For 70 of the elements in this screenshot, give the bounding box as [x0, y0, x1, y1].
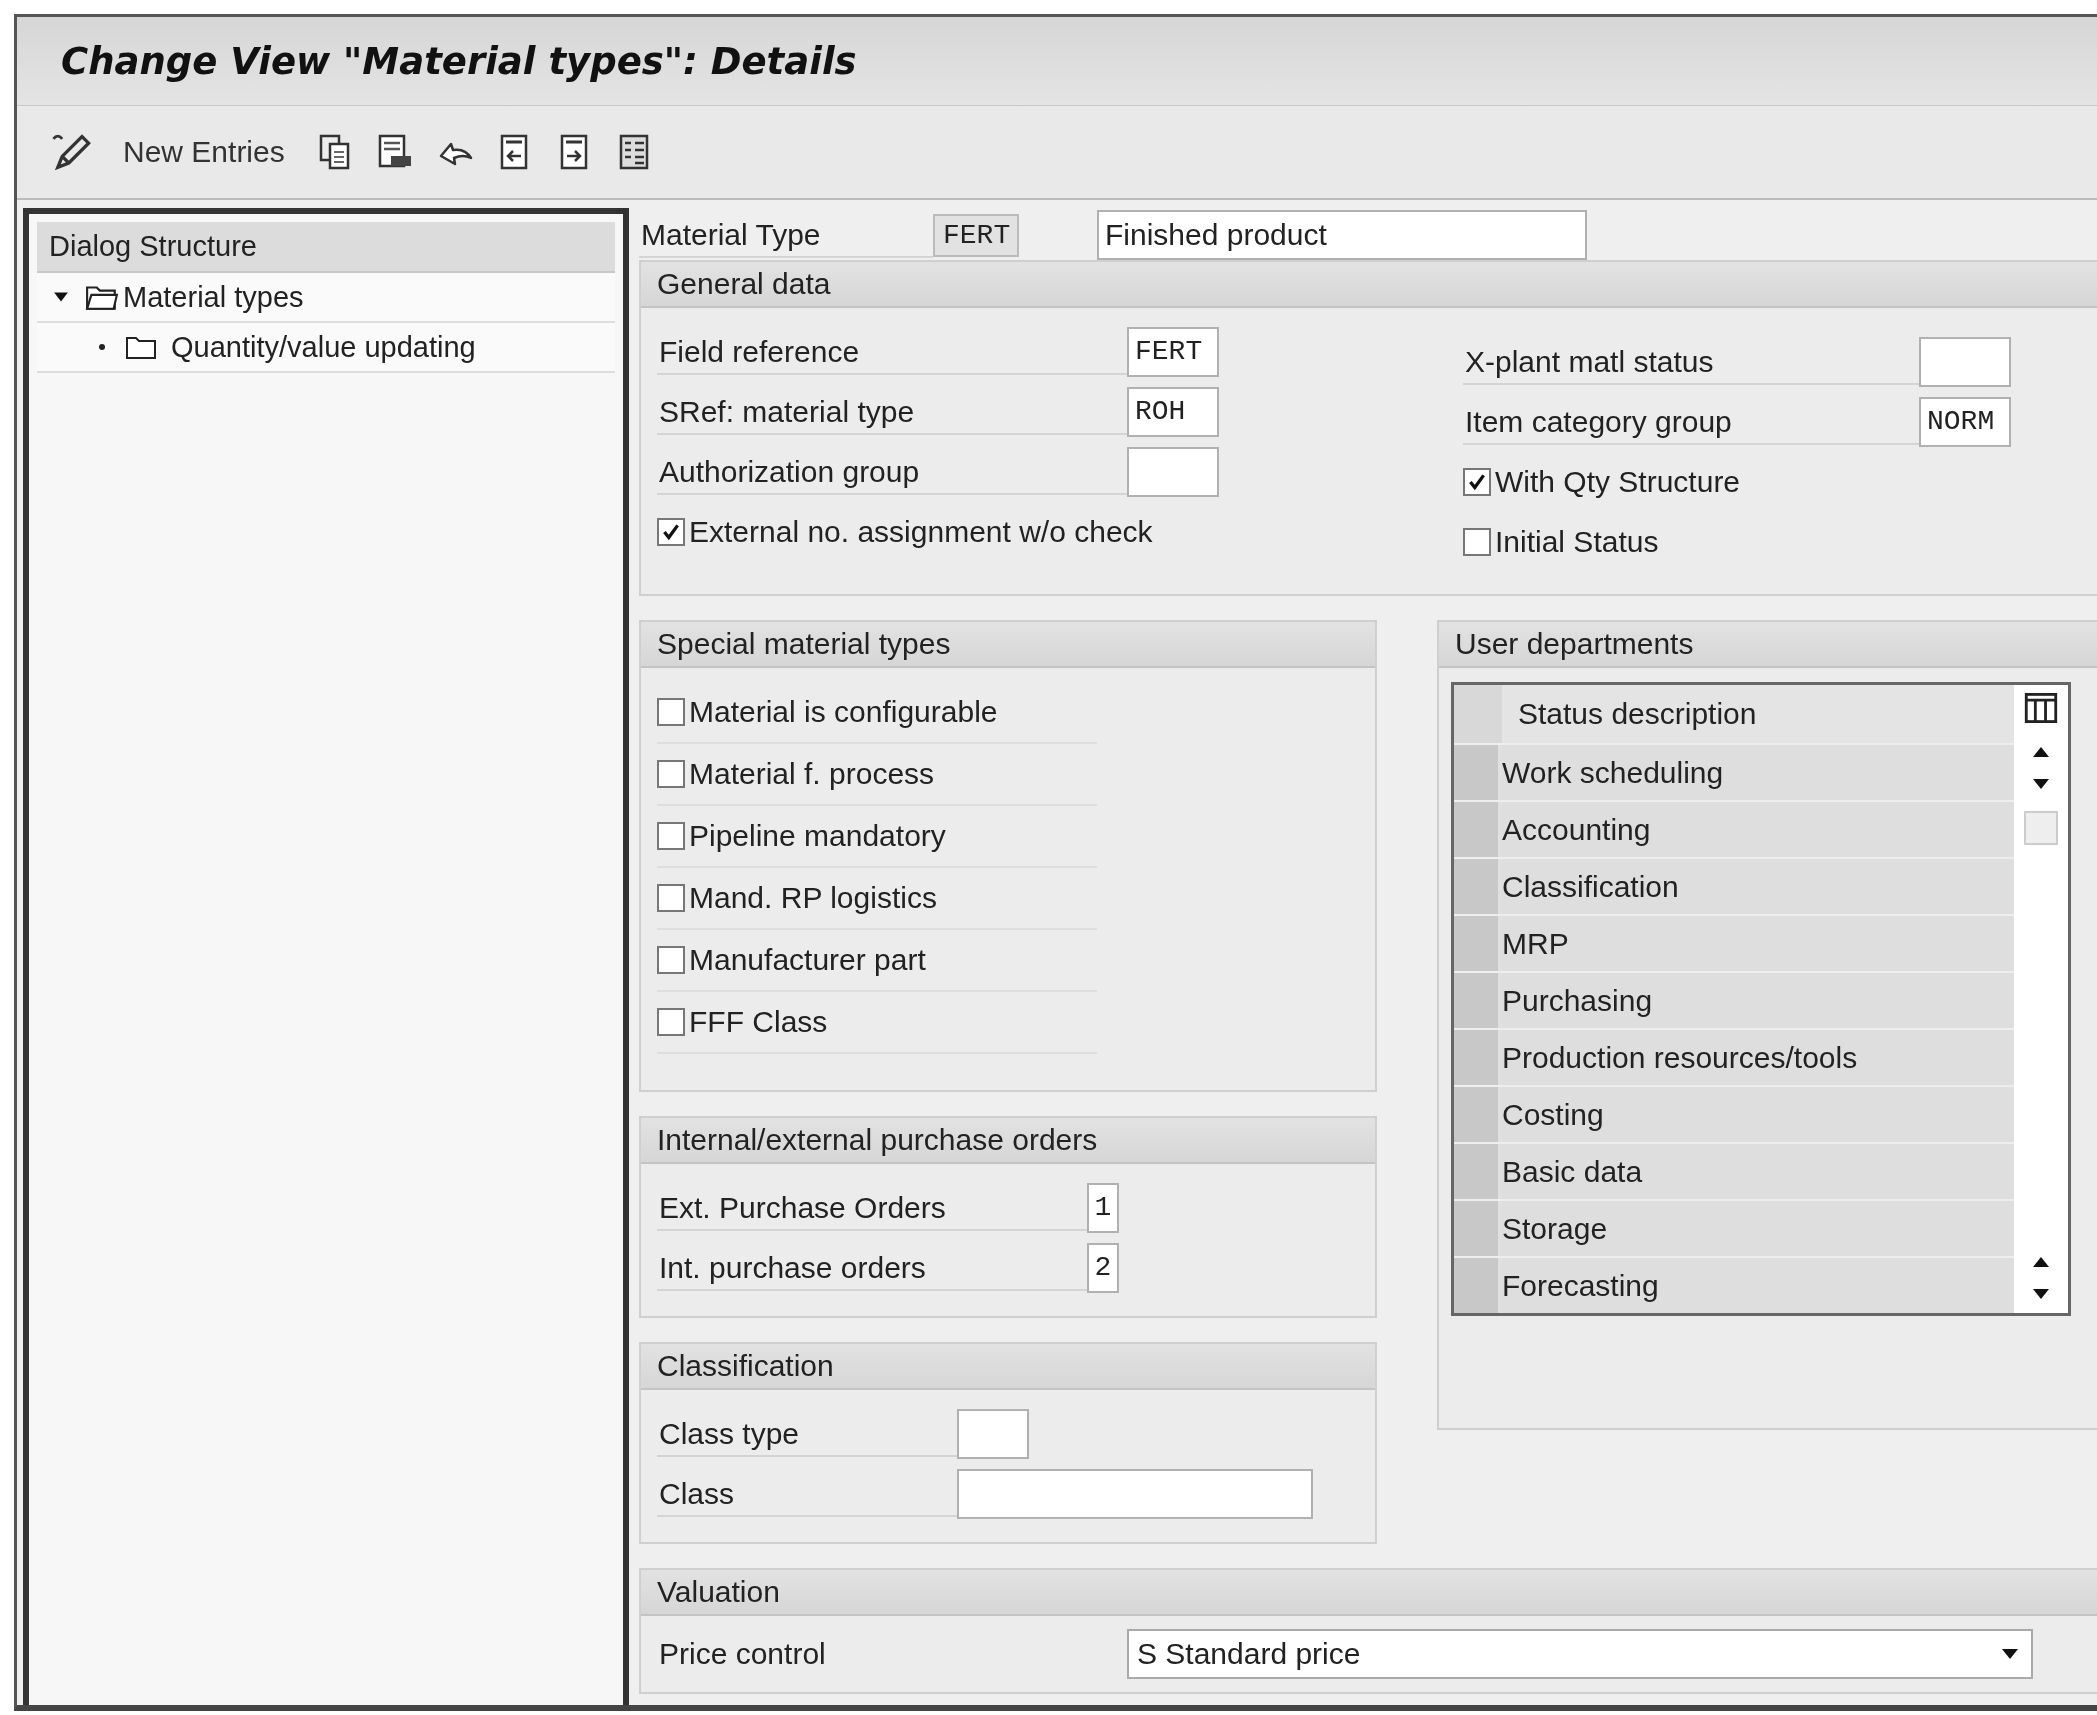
checkbox[interactable] [657, 518, 685, 546]
price-control-dropdown[interactable]: S Standard price [1127, 1629, 2033, 1679]
group-heading: General data [641, 262, 2097, 308]
field-label: Authorization group [657, 449, 1127, 495]
checkbox-label: Pipeline mandatory [689, 819, 946, 853]
scroll-down-icon[interactable] [2032, 779, 2050, 789]
table-cell: Storage [1502, 1201, 2014, 1256]
checkbox[interactable] [1463, 528, 1491, 556]
group-heading: User departments [1439, 622, 2097, 668]
folder-icon [125, 334, 157, 360]
scroll-up-icon[interactable] [2032, 747, 2050, 757]
checkbox[interactable] [657, 946, 685, 974]
table-cell: Costing [1502, 1087, 2014, 1142]
checkbox-label: External no. assignment w/o check [689, 515, 1153, 549]
checkbox-label: Manufacturer part [689, 943, 926, 977]
group-heading: Valuation [641, 1570, 2097, 1616]
checkbox-label: With Qty Structure [1495, 465, 1741, 499]
field-label: Field reference [657, 329, 1127, 375]
input-field[interactable]: 1 [1087, 1183, 1119, 1233]
table-cell: Purchasing [1502, 973, 2014, 1028]
open-folder-icon [85, 283, 119, 311]
bullet-icon [99, 344, 105, 350]
input-field[interactable] [1919, 337, 2011, 387]
input-field[interactable] [957, 1409, 1029, 1459]
table-cell: Forecasting [1502, 1258, 2014, 1313]
group-heading: Classification [641, 1344, 1375, 1390]
checkbox-label: Initial Status [1495, 525, 1659, 559]
table-cell: Accounting [1502, 802, 2014, 857]
material-type-code: FERT [933, 213, 1019, 257]
group-heading: Special material types [641, 622, 1375, 668]
checkbox[interactable] [1463, 468, 1491, 496]
input-field[interactable] [957, 1469, 1313, 1519]
table-cell: Classification [1502, 859, 2014, 914]
checkbox-label: Mand. RP logistics [689, 881, 937, 915]
checkbox-label: FFF Class [689, 1005, 828, 1039]
table-cell: Basic data [1502, 1144, 2014, 1199]
group-heading: Internal/external purchase orders [641, 1118, 1375, 1164]
table-cell: Work scheduling [1502, 745, 2014, 800]
tree-item[interactable]: Material types [123, 280, 304, 314]
input-field[interactable]: FERT [1127, 327, 1219, 377]
table-cell: Production resources/tools [1502, 1030, 2014, 1085]
description-field[interactable]: Finished product [1097, 210, 1587, 260]
table-cell: MRP [1502, 916, 2014, 971]
checkbox[interactable] [657, 884, 685, 912]
field-label: Price control [658, 1636, 827, 1672]
input-field[interactable]: 2 [1087, 1243, 1119, 1293]
checkbox[interactable] [657, 760, 685, 788]
panel-heading: Dialog Structure [37, 222, 615, 273]
field-label: Item category group [1463, 399, 1919, 445]
field-label: X-plant matl status [1463, 339, 1919, 385]
column-settings-icon[interactable] [2024, 691, 2058, 725]
window-title: Change View "Material types": Details [61, 39, 857, 83]
checkbox[interactable] [657, 1008, 685, 1036]
scroll-down-icon[interactable] [2032, 1289, 2050, 1299]
caret-icon[interactable] [2001, 1649, 2019, 1659]
tree-item[interactable]: Quantity/value updating [171, 330, 476, 364]
checkbox[interactable] [657, 698, 685, 726]
checkbox-label: Material f. process [689, 757, 935, 791]
field-label: Ext. Purchase Orders [657, 1185, 1087, 1231]
select-all-cell[interactable] [1454, 685, 1502, 743]
new-entries-button[interactable]: New Entries [113, 135, 295, 169]
field-label: SRef: material type [657, 389, 1127, 435]
input-field[interactable]: ROH [1127, 387, 1219, 437]
checkbox[interactable] [657, 822, 685, 850]
scrollbar-thumb[interactable] [2024, 811, 2058, 845]
input-field[interactable] [1127, 447, 1219, 497]
field-label: Int. purchase orders [657, 1245, 1087, 1291]
scroll-up-icon[interactable] [2032, 1257, 2050, 1267]
input-field[interactable]: NORM [1919, 397, 2011, 447]
checkbox-label: Material is configurable [689, 695, 998, 729]
